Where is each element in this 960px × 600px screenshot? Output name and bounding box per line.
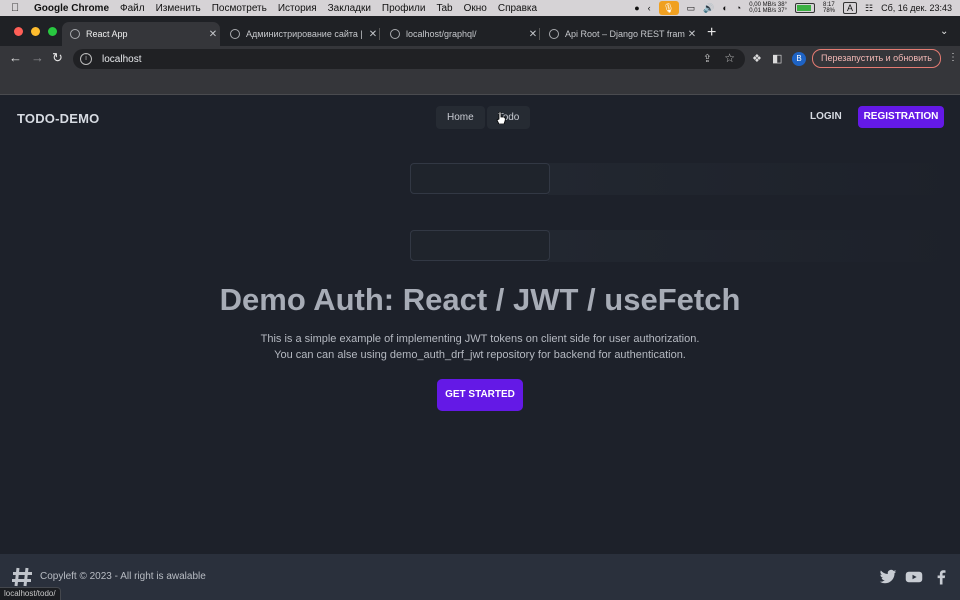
new-tab-button[interactable]: +: [707, 24, 716, 42]
registration-button[interactable]: REGISTRATION: [858, 106, 944, 128]
site-info-icon[interactable]: i: [80, 53, 92, 65]
tab-separator: [539, 28, 540, 40]
menu-datetime[interactable]: Сб, 16 дек. 23:43: [881, 3, 952, 13]
bookmarks-bar: [0, 72, 960, 95]
control-center-icon[interactable]: ☷: [865, 3, 873, 14]
contrast-icon[interactable]: ◐: [722, 3, 727, 13]
volume-icon[interactable]: 🔊: [703, 3, 714, 14]
form-field-2[interactable]: [410, 230, 550, 261]
share-icon[interactable]: ⇪: [703, 52, 712, 65]
brand-logo[interactable]: TODO-DEMO: [17, 111, 99, 126]
footer-copyright: Copyleft © 2023 - All right is awalable: [40, 571, 206, 582]
menu-app-name[interactable]: Google Chrome: [34, 3, 109, 14]
globe-icon: [70, 29, 80, 39]
extensions-puzzle-icon[interactable]: ❖: [752, 52, 762, 65]
tab-close-icon[interactable]: ✕: [366, 29, 380, 40]
relaunch-update-button[interactable]: Перезапустить и обновить: [812, 49, 941, 68]
main-nav: Home Todo: [436, 106, 532, 129]
tab-title: Api Root – Django REST framew: [565, 29, 685, 39]
temp-2-value: 37°: [777, 8, 787, 14]
tab-graphql[interactable]: localhost/graphql/ ✕: [382, 22, 540, 46]
menu-profiles[interactable]: Профили: [382, 3, 426, 14]
tab-title: localhost/graphql/: [406, 29, 477, 39]
hash-logo-icon: [12, 567, 32, 587]
tab-search-chevron-icon[interactable]: ⌄: [940, 26, 948, 37]
nav-home-link[interactable]: Home: [436, 106, 485, 129]
form-field-glare: [548, 230, 958, 262]
profile-avatar[interactable]: B: [792, 52, 806, 66]
side-panel-icon[interactable]: ◧: [772, 52, 782, 65]
battery-icon[interactable]: [795, 3, 815, 13]
apple-icon[interactable]: : [11, 2, 25, 14]
battery-stats: 8:17 78%: [823, 2, 835, 14]
login-link[interactable]: LOGIN: [810, 111, 842, 122]
browser-tab-strip: React App ✕ Администрирование сайта | ✕ …: [0, 16, 960, 46]
record-icon[interactable]: ●: [634, 3, 639, 13]
forward-arrow-icon[interactable]: →: [31, 51, 44, 65]
menu-edit[interactable]: Изменить: [156, 3, 201, 14]
window-controls: [14, 27, 57, 36]
minimize-window-button[interactable]: [31, 27, 40, 36]
address-url[interactable]: localhost: [102, 54, 141, 65]
net-down-value: 0,01 MB/s: [749, 8, 777, 14]
hand-cursor-icon: [496, 112, 506, 124]
tab-title: Администрирование сайта |: [246, 29, 363, 39]
network-stats: 0,00 MB/s 38° 0,01 MB/s 37°: [749, 2, 787, 14]
battery-percent: 78%: [823, 8, 836, 14]
zoom-window-button[interactable]: [48, 27, 57, 36]
menu-file[interactable]: Файл: [120, 3, 145, 14]
hero-description-line-2: You can can alse using demo_auth_drf_jwt…: [274, 349, 686, 361]
more-menu-icon[interactable]: ⋮: [948, 52, 958, 63]
web-page: TODO-DEMO Home Todo LOGIN REGISTRATION D…: [0, 95, 960, 600]
browser-toolbar: ← → ↻ i localhost ⇪ ☆ ❖ ◧ B Перезапустит…: [0, 46, 960, 72]
chevron-left-icon[interactable]: ‹: [648, 3, 651, 13]
tab-django-rest[interactable]: Api Root – Django REST framew ✕: [541, 22, 699, 46]
menu-tab[interactable]: Tab: [436, 3, 452, 14]
hero-description-line-1: This is a simple example of implementing…: [260, 333, 700, 345]
status-bar-url: localhost/todo/: [0, 587, 61, 600]
tab-separator: [379, 28, 380, 40]
tab-admin[interactable]: Администрирование сайта | ✕: [222, 22, 380, 46]
globe-icon: [549, 29, 559, 39]
macos-menu-bar:  Google Chrome Файл Изменить Посмотреть…: [0, 0, 960, 16]
close-window-button[interactable]: [14, 27, 23, 36]
facebook-icon[interactable]: [932, 568, 950, 586]
menu-extras: ● ‹ 🎙 ▭ 🔊 ◐ ◔ 0,00 MB/s 38° 0,01 MB/s 37°…: [634, 0, 952, 16]
get-started-button[interactable]: GET STARTED: [437, 379, 523, 411]
page-footer: Copyleft © 2023 - All right is awalable: [0, 554, 960, 600]
microphone-icon[interactable]: 🎙: [658, 1, 679, 15]
menu-help[interactable]: Справка: [498, 3, 537, 14]
display-icon[interactable]: ▭: [687, 3, 696, 14]
address-bar[interactable]: i localhost ⇪ ☆: [73, 49, 745, 69]
hero-title: Demo Auth: React / JWT / useFetch: [219, 282, 741, 317]
tab-title: React App: [86, 29, 128, 39]
tab-close-icon[interactable]: ✕: [206, 29, 220, 40]
nav-todo-link[interactable]: Todo: [486, 106, 531, 129]
cpu-pie-icon[interactable]: ◔: [736, 3, 741, 13]
globe-icon: [390, 29, 400, 39]
reload-icon[interactable]: ↻: [52, 51, 63, 65]
back-arrow-icon[interactable]: ←: [9, 51, 22, 65]
tab-close-icon[interactable]: ✕: [526, 29, 540, 40]
form-field-glare: [548, 163, 958, 195]
form-field-1[interactable]: [410, 163, 550, 194]
menu-bookmarks[interactable]: Закладки: [328, 3, 371, 14]
tab-close-icon[interactable]: ✕: [685, 29, 699, 40]
menu-history[interactable]: История: [278, 3, 317, 14]
bookmark-star-icon[interactable]: ☆: [724, 51, 735, 65]
menu-view[interactable]: Посмотреть: [212, 3, 267, 14]
youtube-icon[interactable]: [905, 568, 923, 586]
menu-window[interactable]: Окно: [464, 3, 487, 14]
globe-icon: [230, 29, 240, 39]
tab-react-app[interactable]: React App ✕: [62, 22, 220, 46]
input-source[interactable]: A: [843, 2, 858, 14]
twitter-icon[interactable]: [879, 568, 897, 586]
